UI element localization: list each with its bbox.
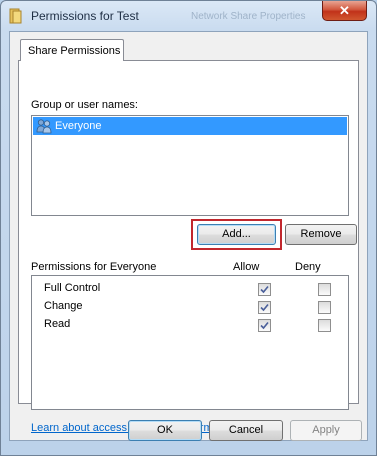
title-bar[interactable]: Permissions for Test Network Share Prope… — [1, 1, 376, 31]
permissions-dialog: Permissions for Test Network Share Prope… — [0, 0, 377, 456]
group-list-label: Group or user names: — [31, 99, 138, 111]
apply-button[interactable]: Apply — [290, 420, 362, 441]
deny-full-control-checkbox[interactable] — [318, 283, 331, 296]
permissions-list: Full Control Change Read — [31, 275, 349, 410]
permissions-title: Permissions for Everyone — [31, 261, 157, 273]
group-user-list[interactable]: Everyone — [31, 115, 349, 216]
close-button[interactable]: ✕ — [322, 1, 367, 21]
ok-button[interactable]: OK — [128, 420, 202, 441]
cancel-button[interactable]: Cancel — [209, 420, 283, 441]
list-item-label: Everyone — [55, 120, 102, 132]
allow-column-header: Allow — [233, 261, 260, 273]
allow-read-checkbox[interactable] — [258, 319, 271, 332]
list-item-everyone[interactable]: Everyone — [33, 117, 347, 135]
permission-row-label: Read — [44, 318, 71, 330]
folder-icon — [9, 8, 23, 24]
window-title: Permissions for Test — [31, 9, 139, 23]
add-button[interactable]: Add... — [197, 224, 276, 245]
users-icon — [36, 118, 52, 134]
close-icon: ✕ — [339, 3, 350, 18]
dialog-body: Share Permissions Group or user names: E… — [9, 31, 368, 441]
allow-change-checkbox[interactable] — [258, 301, 271, 314]
permission-row-label: Change — [44, 300, 83, 312]
deny-change-checkbox[interactable] — [318, 301, 331, 314]
share-permissions-panel: Group or user names: Everyone Add... Rem… — [18, 60, 359, 434]
remove-button[interactable]: Remove — [285, 224, 357, 245]
allow-full-control-checkbox[interactable] — [258, 283, 271, 296]
tab-share-permissions[interactable]: Share Permissions — [20, 39, 124, 61]
permission-row-label: Full Control — [44, 282, 101, 294]
deny-column-header: Deny — [295, 261, 321, 273]
deny-read-checkbox[interactable] — [318, 319, 331, 332]
background-window-title: Network Share Properties — [191, 11, 306, 22]
